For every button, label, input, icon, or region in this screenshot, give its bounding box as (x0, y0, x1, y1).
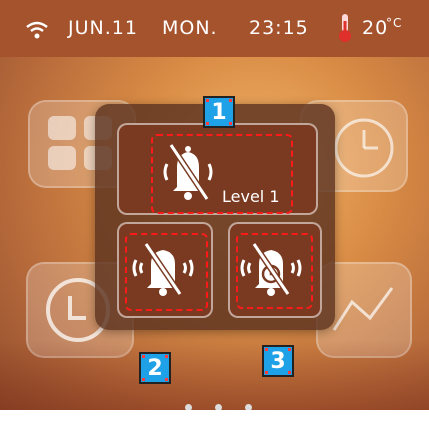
clock-icon (334, 118, 394, 178)
background-blur (0, 340, 429, 410)
badge-1: 1 (203, 96, 235, 128)
badge-2-label: 2 (147, 355, 163, 381)
wifi-icon (26, 21, 48, 39)
thermometer-icon (339, 14, 351, 42)
badge-1-label: 1 (211, 99, 227, 125)
status-date: JUN.11 (68, 17, 138, 39)
chart-icon (332, 287, 394, 331)
badge-3-label: 3 (270, 348, 286, 374)
bottom-edge (0, 410, 429, 430)
status-bar: JUN.11 MON. 23:15 20 °C (0, 0, 429, 57)
mode-label-level1: Level 1 (222, 187, 280, 206)
bell-off-vibrate-icon (132, 242, 194, 296)
badge-3: 3 (262, 345, 294, 377)
temperature-unit: °C (386, 16, 403, 30)
bell-off-timer-icon (240, 242, 302, 296)
status-time: 23:15 (249, 17, 309, 39)
badge-2: 2 (139, 352, 171, 384)
bell-off-icon (163, 143, 213, 201)
temperature-value: 20 (362, 17, 389, 39)
status-day: MON. (162, 17, 218, 39)
screen: JUN.11 MON. 23:15 20 °C Level 1 1 2 3 (0, 0, 429, 430)
